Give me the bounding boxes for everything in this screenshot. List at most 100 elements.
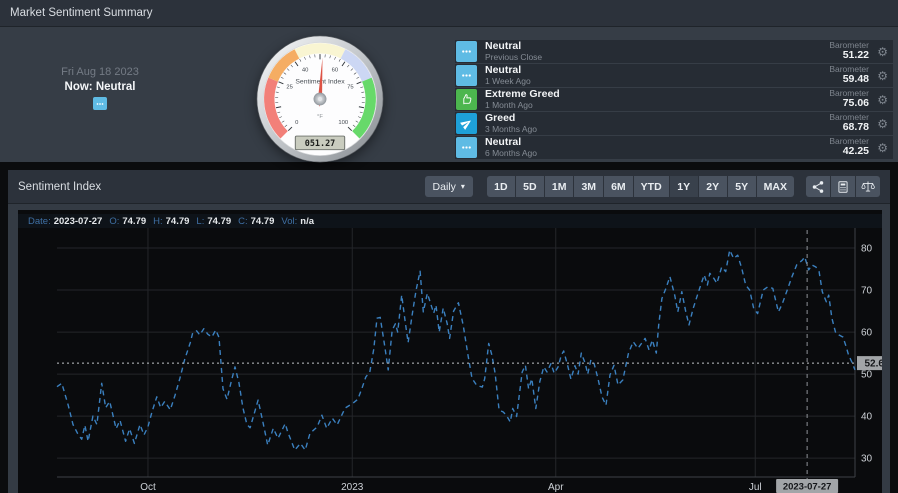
sentiment-gauge: Sentiment Index °F 02540 6075100 051.27 [256, 35, 384, 163]
y-axis-label: 50 [861, 370, 873, 381]
gear-icon[interactable]: ⚙ [877, 70, 888, 82]
sentiment-row: Neutral Previous Close Barometer 51.22 ⚙ [455, 40, 893, 63]
calculator-button[interactable] [831, 176, 855, 197]
range-button-5d[interactable]: 5D [515, 176, 544, 197]
legend-value: 74.79 [207, 215, 232, 227]
gauge-unit: °F [317, 114, 323, 120]
legend-label: L: [196, 215, 205, 227]
interval-label: Daily [432, 180, 456, 193]
y-axis-label: 80 [861, 244, 873, 255]
current-date: Fri Aug 18 2023 [61, 66, 139, 78]
ellipsis-icon [456, 65, 477, 86]
thumbs-up-icon [463, 94, 472, 105]
chart-canvas[interactable]: 52.61 2023-07-27 30 40 50 60 70 80 Oct 2023 Apr Jul… [18, 210, 882, 493]
range-button-2y[interactable]: 2Y [698, 176, 727, 197]
gauge-tick-label: 60 [332, 68, 339, 74]
sentiment-period: 1 Week Ago [485, 75, 531, 86]
balance-scale-icon [861, 180, 875, 192]
y-axis-label: 60 [861, 328, 873, 339]
share-icon [812, 180, 824, 193]
sentiment-line-chart[interactable]: 52.61 2023-07-27 30 40 50 60 70 80 Oct 2023 Apr Jul [18, 210, 882, 493]
sentiment-row: Neutral 6 Months Ago Barometer 42.25 ⚙ [455, 136, 893, 159]
balance-scale-button[interactable] [856, 176, 880, 197]
summary-panel-header: Market Sentiment Summary [0, 0, 898, 27]
ellipsis-icon [456, 137, 477, 158]
ellipsis-icon [462, 146, 471, 149]
gear-icon[interactable]: ⚙ [877, 94, 888, 106]
range-button-6m[interactable]: 6M [604, 176, 633, 197]
chart-panel-title: Sentiment Index [18, 180, 102, 193]
sentiment-period: 1 Month Ago [485, 99, 533, 110]
interval-dropdown[interactable]: Daily ▾ [424, 176, 473, 197]
sentiment-row: Neutral 1 Week Ago Barometer 59.48 ⚙ [455, 64, 893, 87]
current-sentiment-label: Now: Neutral [64, 81, 136, 93]
market-sentiment-summary-panel: Market Sentiment Summary Fri Aug 18 2023… [0, 0, 898, 163]
barometer-value: 51.22 [842, 49, 869, 62]
range-button-1d[interactable]: 1D [486, 176, 515, 197]
ellipsis-icon [456, 41, 477, 62]
legend-value: n/a [300, 215, 315, 227]
range-button-5y[interactable]: 5Y [727, 176, 756, 197]
market-sentiment-dashboard: Market Sentiment Summary Fri Aug 18 2023… [0, 0, 898, 493]
x-axis-label: Jul [749, 482, 762, 493]
gauge-hub-center [317, 96, 323, 102]
sentiment-index-panel: Sentiment Index Daily ▾ 1D 5D 1M 3M 6M YTD 1Y 2… [8, 170, 890, 493]
sentiment-row: Extreme Greed 1 Month Ago Barometer 75.06 ⚙ [455, 88, 893, 111]
sentiment-history-list: Neutral Previous Close Barometer 51.22 ⚙ Neut… [455, 40, 893, 160]
share-button[interactable] [806, 176, 830, 197]
legend-value: 74.79 [165, 215, 190, 227]
ellipsis-icon [462, 50, 471, 53]
sentiment-label: Neutral [485, 136, 522, 149]
ohlc-legend: Date: 2023-07-27 O: 74.79 H: 74.79 L: 74.79 C: 74… [18, 214, 882, 228]
range-button-1y[interactable]: 1Y [669, 176, 698, 197]
gauge-tick-label: 75 [347, 84, 354, 90]
gauge-tick-label: 40 [302, 68, 309, 74]
barometer-value: 68.78 [842, 121, 869, 134]
barometer-value: 42.25 [842, 145, 869, 158]
calculator-icon [838, 180, 848, 193]
ellipsis-icon [93, 97, 107, 110]
y-axis-label: 30 [861, 454, 873, 465]
sentiment-period: 6 Months Ago [485, 147, 537, 158]
x-axis-label: Oct [140, 482, 156, 493]
y-axis-label: 70 [861, 286, 873, 297]
x-axis-label: Apr [548, 482, 564, 493]
legend-label: O: [109, 215, 120, 227]
legend-label: Vol: [281, 215, 298, 227]
gear-icon[interactable]: ⚙ [877, 118, 888, 130]
sentiment-label: Greed [485, 112, 516, 125]
legend-label: H: [153, 215, 163, 227]
chart-panel-header: Sentiment Index Daily ▾ 1D 5D 1M 3M 6M YTD 1Y 2… [8, 170, 890, 204]
ellipsis-icon [96, 102, 104, 105]
sentiment-row: Greed 3 Months Ago Barometer 68.78 ⚙ [455, 112, 893, 135]
sentiment-label: Neutral [485, 64, 522, 77]
gear-icon[interactable]: ⚙ [877, 46, 888, 58]
summary-panel-title: Market Sentiment Summary [10, 7, 153, 19]
sentiment-series-line [56, 249, 856, 451]
sentiment-period: Previous Close [485, 51, 543, 62]
legend-value: 2023-07-27 [53, 215, 103, 227]
range-button-group: 1D 5D 1M 3M 6M YTD 1Y 2Y 5Y MAX [486, 176, 794, 197]
tool-button-group [806, 176, 880, 197]
ellipsis-icon [462, 74, 471, 77]
sentiment-period: 3 Months Ago [485, 123, 537, 134]
gauge-lcd-value: 051.27 [305, 138, 335, 148]
rocket-icon [460, 120, 472, 130]
y-axis-label: 40 [861, 412, 873, 423]
gauge-tick-label: 100 [338, 120, 349, 126]
range-button-max[interactable]: MAX [756, 176, 794, 197]
legend-value: 74.79 [122, 215, 147, 227]
legend-label: C: [238, 215, 248, 227]
gauge-tick-label: 25 [286, 84, 293, 90]
range-button-3m[interactable]: 3M [574, 176, 604, 197]
legend-label: Date: [28, 215, 51, 227]
sentiment-label: Extreme Greed [485, 88, 560, 101]
range-button-ytd[interactable]: YTD [633, 176, 669, 197]
barometer-value: 75.06 [842, 97, 869, 110]
legend-value: 74.79 [250, 215, 275, 227]
range-button-1m[interactable]: 1M [544, 176, 574, 197]
chart-toolbar: Daily ▾ 1D 5D 1M 3M 6M YTD 1Y 2Y 5Y MAX [424, 176, 880, 197]
gear-icon[interactable]: ⚙ [877, 142, 888, 154]
current-sentiment-block: Fri Aug 18 2023 Now: Neutral [28, 66, 172, 110]
thumbs-up-icon [456, 89, 477, 110]
